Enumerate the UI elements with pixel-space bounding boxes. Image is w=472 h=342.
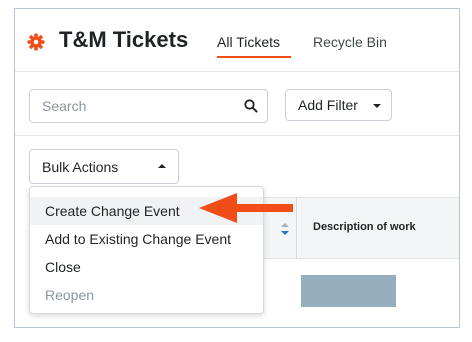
- search-icon[interactable]: [243, 98, 259, 114]
- active-tab-indicator: [217, 56, 291, 58]
- chevron-up-icon: [158, 164, 166, 168]
- bulk-actions-menu: Create Change Event Add to Existing Chan…: [29, 186, 264, 314]
- search-input[interactable]: [30, 90, 242, 122]
- header-divider: [15, 71, 459, 72]
- column-header-description[interactable]: Description of work: [313, 221, 416, 233]
- chevron-down-icon: [373, 104, 381, 108]
- table-cell-placeholder: [301, 275, 396, 307]
- add-filter-label: Add Filter: [298, 97, 358, 113]
- menu-item-create-change-event[interactable]: Create Change Event: [30, 197, 263, 225]
- menu-item-add-to-existing-change-event[interactable]: Add to Existing Change Event: [30, 225, 263, 253]
- add-filter-button[interactable]: Add Filter: [285, 89, 392, 121]
- bulk-actions-button[interactable]: Bulk Actions: [29, 149, 179, 184]
- gear-icon: [27, 33, 45, 51]
- toolbar-divider: [15, 135, 459, 136]
- search-box[interactable]: [29, 89, 268, 123]
- page-title: T&M Tickets: [59, 27, 189, 52]
- column-separator: [296, 198, 297, 258]
- tab-recycle-bin[interactable]: Recycle Bin: [313, 34, 387, 50]
- menu-item-close[interactable]: Close: [30, 253, 263, 281]
- app-window: T&M Tickets All Tickets Recycle Bin Add …: [14, 8, 460, 328]
- sort-icon[interactable]: [280, 222, 290, 236]
- tab-all-tickets[interactable]: All Tickets: [217, 34, 280, 50]
- menu-item-reopen: Reopen: [45, 287, 95, 303]
- page-header: T&M Tickets All Tickets Recycle Bin: [15, 9, 459, 71]
- bulk-actions-label: Bulk Actions: [42, 158, 119, 175]
